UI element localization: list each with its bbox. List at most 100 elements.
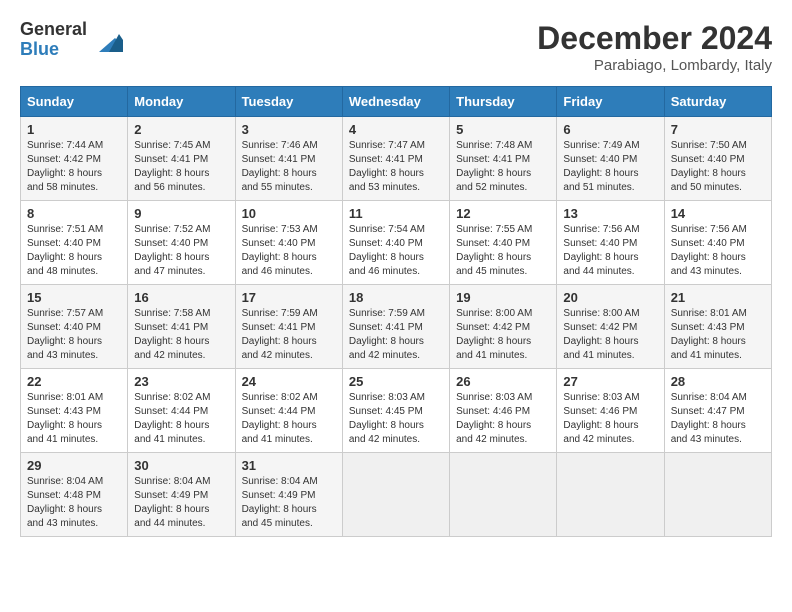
day-number: 13 [563,206,657,221]
day-detail: Sunrise: 8:03 AM Sunset: 4:46 PM Dayligh… [563,391,657,447]
day-detail: Sunrise: 7:46 AM Sunset: 4:41 PM Dayligh… [242,139,336,195]
day-detail: Sunrise: 8:01 AM Sunset: 4:43 PM Dayligh… [27,391,121,447]
calendar-header-row: SundayMondayTuesdayWednesdayThursdayFrid… [21,87,772,117]
calendar-cell: 25 Sunrise: 8:03 AM Sunset: 4:45 PM Dayl… [342,369,449,453]
month-title: December 2024 [537,20,772,57]
day-detail: Sunrise: 8:00 AM Sunset: 4:42 PM Dayligh… [456,307,550,363]
calendar-cell: 28 Sunrise: 8:04 AM Sunset: 4:47 PM Dayl… [664,369,771,453]
day-detail: Sunrise: 8:03 AM Sunset: 4:45 PM Dayligh… [349,391,443,447]
calendar-cell: 15 Sunrise: 7:57 AM Sunset: 4:40 PM Dayl… [21,285,128,369]
calendar-week-row: 15 Sunrise: 7:57 AM Sunset: 4:40 PM Dayl… [21,285,772,369]
calendar-cell: 22 Sunrise: 8:01 AM Sunset: 4:43 PM Dayl… [21,369,128,453]
day-detail: Sunrise: 7:58 AM Sunset: 4:41 PM Dayligh… [134,307,228,363]
calendar-cell: 9 Sunrise: 7:52 AM Sunset: 4:40 PM Dayli… [128,201,235,285]
calendar-cell: 23 Sunrise: 8:02 AM Sunset: 4:44 PM Dayl… [128,369,235,453]
calendar-cell: 10 Sunrise: 7:53 AM Sunset: 4:40 PM Dayl… [235,201,342,285]
page-header: General Blue December 2024 Parabiago, Lo… [20,20,772,74]
day-number: 17 [242,290,336,305]
day-number: 28 [671,374,765,389]
day-detail: Sunrise: 7:51 AM Sunset: 4:40 PM Dayligh… [27,223,121,279]
day-number: 22 [27,374,121,389]
calendar-cell: 13 Sunrise: 7:56 AM Sunset: 4:40 PM Dayl… [557,201,664,285]
day-number: 1 [27,122,121,137]
day-number: 26 [456,374,550,389]
day-detail: Sunrise: 7:59 AM Sunset: 4:41 PM Dayligh… [242,307,336,363]
calendar-cell: 12 Sunrise: 7:55 AM Sunset: 4:40 PM Dayl… [450,201,557,285]
calendar-cell: 2 Sunrise: 7:45 AM Sunset: 4:41 PM Dayli… [128,117,235,201]
calendar-week-row: 22 Sunrise: 8:01 AM Sunset: 4:43 PM Dayl… [21,369,772,453]
calendar-cell: 1 Sunrise: 7:44 AM Sunset: 4:42 PM Dayli… [21,117,128,201]
calendar-cell: 11 Sunrise: 7:54 AM Sunset: 4:40 PM Dayl… [342,201,449,285]
day-detail: Sunrise: 7:57 AM Sunset: 4:40 PM Dayligh… [27,307,121,363]
header-sunday: Sunday [21,87,128,117]
logo-icon [91,24,123,56]
day-number: 23 [134,374,228,389]
day-detail: Sunrise: 8:03 AM Sunset: 4:46 PM Dayligh… [456,391,550,447]
header-monday: Monday [128,87,235,117]
day-number: 24 [242,374,336,389]
day-detail: Sunrise: 8:04 AM Sunset: 4:49 PM Dayligh… [134,475,228,531]
day-number: 18 [349,290,443,305]
day-detail: Sunrise: 7:47 AM Sunset: 4:41 PM Dayligh… [349,139,443,195]
day-number: 15 [27,290,121,305]
calendar-week-row: 1 Sunrise: 7:44 AM Sunset: 4:42 PM Dayli… [21,117,772,201]
calendar-cell [557,453,664,537]
day-number: 31 [242,458,336,473]
day-number: 11 [349,206,443,221]
header-wednesday: Wednesday [342,87,449,117]
day-number: 4 [349,122,443,137]
calendar-week-row: 8 Sunrise: 7:51 AM Sunset: 4:40 PM Dayli… [21,201,772,285]
calendar-cell [342,453,449,537]
calendar-cell: 5 Sunrise: 7:48 AM Sunset: 4:41 PM Dayli… [450,117,557,201]
day-detail: Sunrise: 7:55 AM Sunset: 4:40 PM Dayligh… [456,223,550,279]
day-detail: Sunrise: 7:49 AM Sunset: 4:40 PM Dayligh… [563,139,657,195]
day-detail: Sunrise: 7:56 AM Sunset: 4:40 PM Dayligh… [671,223,765,279]
calendar-cell: 31 Sunrise: 8:04 AM Sunset: 4:49 PM Dayl… [235,453,342,537]
day-number: 10 [242,206,336,221]
day-detail: Sunrise: 7:53 AM Sunset: 4:40 PM Dayligh… [242,223,336,279]
day-number: 30 [134,458,228,473]
calendar-cell: 8 Sunrise: 7:51 AM Sunset: 4:40 PM Dayli… [21,201,128,285]
day-number: 8 [27,206,121,221]
day-detail: Sunrise: 7:50 AM Sunset: 4:40 PM Dayligh… [671,139,765,195]
day-number: 2 [134,122,228,137]
calendar-cell: 30 Sunrise: 8:04 AM Sunset: 4:49 PM Dayl… [128,453,235,537]
calendar-cell: 3 Sunrise: 7:46 AM Sunset: 4:41 PM Dayli… [235,117,342,201]
day-number: 19 [456,290,550,305]
calendar-table: SundayMondayTuesdayWednesdayThursdayFrid… [20,86,772,537]
logo: General Blue [20,20,123,60]
day-number: 3 [242,122,336,137]
day-detail: Sunrise: 8:04 AM Sunset: 4:47 PM Dayligh… [671,391,765,447]
day-detail: Sunrise: 7:54 AM Sunset: 4:40 PM Dayligh… [349,223,443,279]
day-number: 5 [456,122,550,137]
calendar-cell: 4 Sunrise: 7:47 AM Sunset: 4:41 PM Dayli… [342,117,449,201]
day-detail: Sunrise: 8:02 AM Sunset: 4:44 PM Dayligh… [134,391,228,447]
day-number: 20 [563,290,657,305]
day-detail: Sunrise: 7:48 AM Sunset: 4:41 PM Dayligh… [456,139,550,195]
day-detail: Sunrise: 8:04 AM Sunset: 4:49 PM Dayligh… [242,475,336,531]
day-detail: Sunrise: 7:52 AM Sunset: 4:40 PM Dayligh… [134,223,228,279]
calendar-cell: 24 Sunrise: 8:02 AM Sunset: 4:44 PM Dayl… [235,369,342,453]
day-number: 6 [563,122,657,137]
location: Parabiago, Lombardy, Italy [537,57,772,74]
header-thursday: Thursday [450,87,557,117]
calendar-cell: 26 Sunrise: 8:03 AM Sunset: 4:46 PM Dayl… [450,369,557,453]
calendar-week-row: 29 Sunrise: 8:04 AM Sunset: 4:48 PM Dayl… [21,453,772,537]
day-number: 7 [671,122,765,137]
day-detail: Sunrise: 7:44 AM Sunset: 4:42 PM Dayligh… [27,139,121,195]
day-number: 12 [456,206,550,221]
day-number: 25 [349,374,443,389]
title-block: December 2024 Parabiago, Lombardy, Italy [537,20,772,74]
day-number: 21 [671,290,765,305]
day-detail: Sunrise: 8:02 AM Sunset: 4:44 PM Dayligh… [242,391,336,447]
calendar-cell: 29 Sunrise: 8:04 AM Sunset: 4:48 PM Dayl… [21,453,128,537]
calendar-cell [664,453,771,537]
logo-blue: Blue [20,40,87,60]
calendar-cell: 18 Sunrise: 7:59 AM Sunset: 4:41 PM Dayl… [342,285,449,369]
calendar-cell: 14 Sunrise: 7:56 AM Sunset: 4:40 PM Dayl… [664,201,771,285]
day-detail: Sunrise: 7:59 AM Sunset: 4:41 PM Dayligh… [349,307,443,363]
calendar-cell: 16 Sunrise: 7:58 AM Sunset: 4:41 PM Dayl… [128,285,235,369]
calendar-cell: 20 Sunrise: 8:00 AM Sunset: 4:42 PM Dayl… [557,285,664,369]
day-detail: Sunrise: 7:45 AM Sunset: 4:41 PM Dayligh… [134,139,228,195]
day-detail: Sunrise: 7:56 AM Sunset: 4:40 PM Dayligh… [563,223,657,279]
